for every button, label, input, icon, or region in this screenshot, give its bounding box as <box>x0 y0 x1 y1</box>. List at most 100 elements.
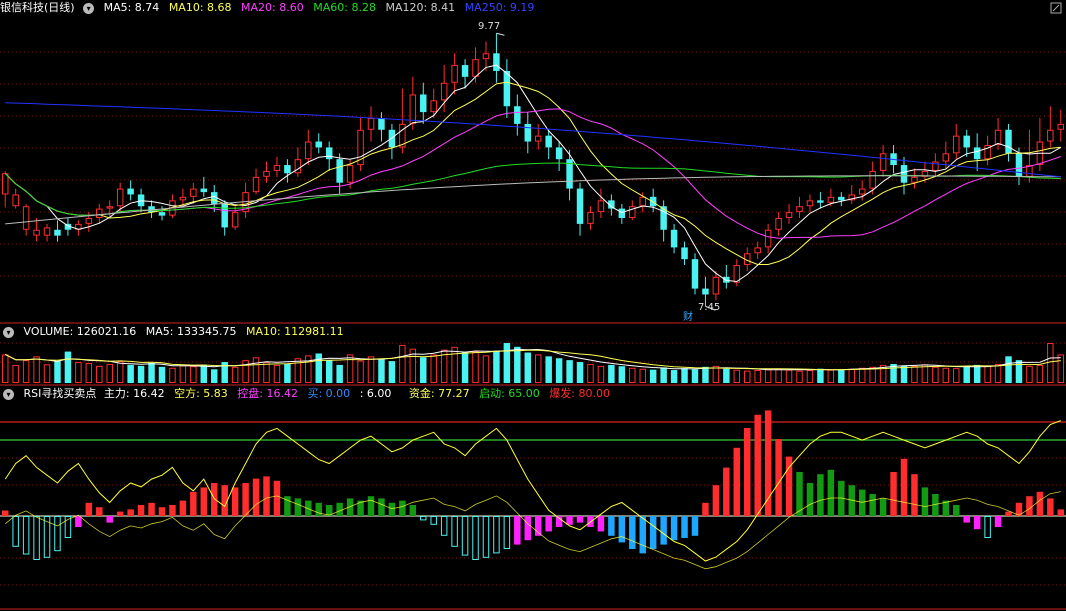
candle-body <box>493 53 500 71</box>
rsi-main-bar <box>252 478 260 516</box>
candle-body <box>838 196 845 201</box>
candle-body <box>12 194 19 207</box>
ma120-label: MA120: 8.41 <box>385 1 456 14</box>
volume-bar <box>106 363 113 384</box>
rsi-main-bar <box>116 511 124 516</box>
volume-bar <box>64 351 72 383</box>
volume-bar <box>754 370 761 383</box>
rsi-main-bar <box>148 502 155 516</box>
volume-bar <box>33 356 40 384</box>
candle-body <box>440 82 448 101</box>
rsi-main-bar <box>200 487 208 516</box>
volume-bar <box>472 351 479 384</box>
candle-body <box>911 176 918 183</box>
candle-body <box>315 141 322 148</box>
candle-body <box>148 206 155 213</box>
rsi-main-bar <box>503 516 511 549</box>
volume-bar <box>482 355 490 383</box>
volume-bar <box>1005 356 1012 383</box>
candle-body <box>200 188 208 193</box>
collapse-icon[interactable]: ▾ <box>3 388 14 400</box>
candle-body <box>472 59 479 77</box>
rsi-main-bar <box>764 410 772 516</box>
rsi-title: RSI寻找买卖点 <box>23 387 97 400</box>
volume-bar <box>545 356 552 383</box>
candle-body <box>43 227 51 236</box>
volume-bar <box>649 369 657 383</box>
collapse-icon[interactable]: ▾ <box>3 326 14 338</box>
volume-bar <box>555 358 563 383</box>
candle-body <box>451 65 458 83</box>
candle-body <box>336 159 343 183</box>
rsi-main-bar <box>430 516 437 525</box>
candle-body <box>22 206 30 230</box>
rsi-main-bar <box>1036 491 1044 516</box>
rsi-main-bar <box>733 447 741 516</box>
candle-body <box>325 147 333 160</box>
candle-body <box>702 288 709 295</box>
rsi-main-bar <box>190 491 197 516</box>
rsi-main-bar <box>294 498 302 516</box>
volume-bar <box>639 368 646 384</box>
volume-bar <box>305 355 312 383</box>
collapse-icon[interactable]: ▾ <box>83 2 95 14</box>
candle-body <box>1057 123 1065 130</box>
rsi-main-bar <box>367 496 375 516</box>
rsi-main-bar <box>879 498 887 516</box>
volume-bar <box>1047 343 1054 383</box>
rsi-main-bar <box>973 516 981 530</box>
rsi-main-bar <box>409 505 417 516</box>
volume-bar <box>942 367 950 383</box>
rsi-main-bar <box>608 516 615 536</box>
candle-body <box>231 212 239 228</box>
volume-bar <box>764 369 772 383</box>
volume-bar <box>284 363 291 383</box>
candle-body <box>712 276 720 295</box>
rsi-main-bar <box>1047 498 1054 516</box>
candle-body <box>305 141 312 160</box>
volume-bar <box>231 366 239 383</box>
candle-body <box>754 247 761 254</box>
rsi-panel-header: ▾ RSI寻找买卖点 主力: 16.42 空方: 5.83 控盘: 16.42 … <box>0 386 616 402</box>
candle-body <box>54 229 61 236</box>
candle-body <box>1005 129 1012 154</box>
volume-bar <box>629 367 636 383</box>
candle-body <box>785 212 793 218</box>
rsi-main-bar <box>775 439 782 516</box>
candle-body <box>179 196 187 201</box>
rsi-main-bar <box>817 474 824 516</box>
candle-body <box>900 165 908 183</box>
rsi-main-bar <box>691 516 699 536</box>
candle-body <box>106 206 113 209</box>
rsi-main-bar <box>315 502 322 516</box>
rsi-main-bar <box>524 516 532 541</box>
candle-body <box>555 147 563 160</box>
rsi-main-bar <box>440 516 448 536</box>
rsi-main-bar <box>953 505 960 516</box>
high-price-label: 9.77 <box>478 21 500 32</box>
news-marker: 财 <box>683 310 693 323</box>
rsi-main-bar <box>712 485 720 516</box>
volume-bar <box>608 364 615 383</box>
candle-body <box>806 200 814 207</box>
candle-body <box>953 135 960 154</box>
volume-bar <box>534 354 542 383</box>
rsi-main-bar <box>493 516 500 554</box>
rsi-main-bar <box>1057 509 1065 516</box>
volume-bar <box>388 361 396 383</box>
candle-body <box>367 118 375 130</box>
candle-body <box>942 153 950 162</box>
rsi-main-bar <box>273 480 281 516</box>
rsi-main-bar <box>963 516 970 523</box>
rsi-main-bar <box>54 516 61 552</box>
volume-bar <box>1 354 9 383</box>
rsi-value-label: : 6.00 <box>359 387 392 400</box>
candle-body <box>221 203 228 228</box>
rsi-buy-label: 买: 0.00 <box>307 387 351 400</box>
rsi-main-label: 主力: 16.42 <box>103 387 165 400</box>
volume-bar <box>660 367 667 383</box>
candle-body <box>587 212 594 224</box>
expand-icon[interactable] <box>1050 2 1062 14</box>
volume-bar <box>858 367 866 383</box>
rsi-main-bar <box>242 483 249 516</box>
